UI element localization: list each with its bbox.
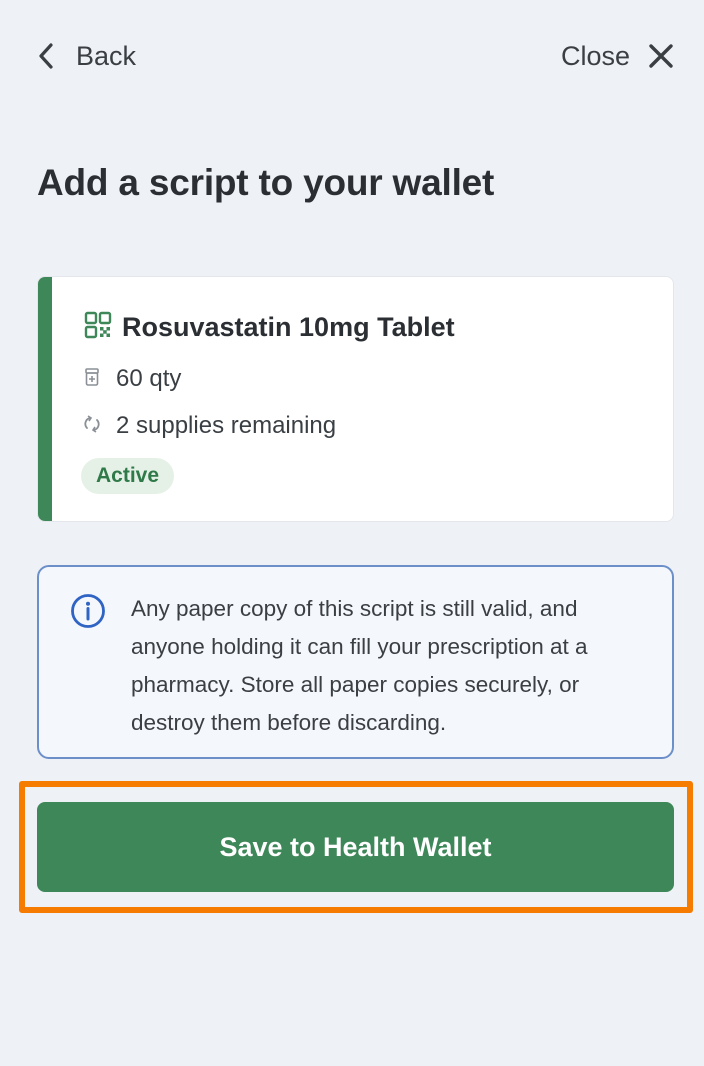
close-icon (648, 43, 674, 69)
pill-box-icon (84, 365, 100, 393)
quantity-row: 60 qty (84, 365, 181, 393)
card-title-row: Rosuvastatin 10mg Tablet (84, 311, 455, 344)
close-label: Close (560, 40, 630, 71)
status-badge: Active (81, 458, 175, 494)
info-notice: Any paper copy of this script is still v… (37, 565, 674, 759)
qr-code-icon (84, 311, 112, 344)
close-button[interactable]: Close (561, 41, 674, 72)
back-button[interactable]: Back (38, 41, 136, 72)
page-title: Add a script to your wallet (37, 162, 495, 203)
medication-name: Rosuvastatin 10mg Tablet (122, 312, 455, 342)
top-bar: Back Close (38, 30, 674, 82)
back-label: Back (76, 40, 137, 71)
supplies-text: 2 supplies remaining (116, 412, 337, 439)
save-to-health-wallet-button[interactable]: Save to Health Wallet (37, 802, 674, 892)
card-accent-bar (38, 277, 52, 521)
info-icon (70, 593, 106, 634)
refresh-icon (84, 412, 100, 440)
script-card: Rosuvastatin 10mg Tablet 60 qty 2 suppli… (37, 276, 674, 522)
notice-text: Any paper copy of this script is still v… (131, 596, 588, 735)
quantity-text: 60 qty (116, 365, 182, 392)
chevron-left-icon (38, 43, 54, 69)
supplies-row: 2 supplies remaining (84, 412, 336, 440)
